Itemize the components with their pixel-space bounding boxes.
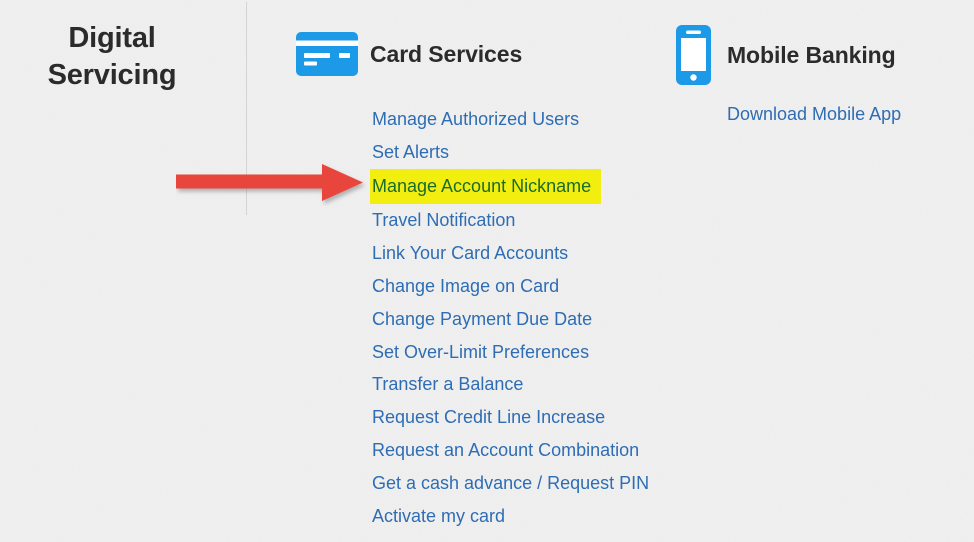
- link-set-alerts[interactable]: Set Alerts: [372, 136, 449, 169]
- link-change-image-on-card[interactable]: Change Image on Card: [372, 270, 559, 303]
- link-link-your-card-accounts[interactable]: Link Your Card Accounts: [372, 237, 568, 270]
- card-services-heading-label: Card Services: [370, 40, 523, 67]
- link-download-mobile-app[interactable]: Download Mobile App: [727, 103, 901, 125]
- link-travel-notification[interactable]: Travel Notification: [372, 204, 515, 237]
- link-transfer-a-balance[interactable]: Transfer a Balance: [372, 368, 523, 401]
- mobile-banking-heading-label: Mobile Banking: [727, 41, 896, 68]
- digital-servicing-page: Digital Servicing Card Services Mobile B…: [0, 0, 974, 542]
- link-manage-authorized-users[interactable]: Manage Authorized Users: [372, 103, 579, 136]
- page-title-line-1: Digital: [68, 22, 156, 54]
- link-request-credit-line-increase[interactable]: Request Credit Line Increase: [372, 401, 605, 434]
- mobile-phone-icon: [672, 25, 715, 85]
- mobile-banking-heading: Mobile Banking: [672, 25, 896, 85]
- card-services-heading: Card Services: [296, 32, 522, 76]
- annotation-arrow-icon: [176, 164, 363, 201]
- link-get-a-cash-advance-request-pin[interactable]: Get a cash advance / Request PIN: [372, 467, 649, 500]
- link-manage-account-nickname[interactable]: Manage Account Nickname: [370, 168, 602, 205]
- credit-card-icon: [296, 32, 358, 76]
- link-request-an-account-combination[interactable]: Request an Account Combination: [372, 434, 639, 467]
- link-set-over-limit-preferences[interactable]: Set Over-Limit Preferences: [372, 336, 589, 369]
- mobile-banking-link-list: Download Mobile App: [727, 103, 901, 125]
- page-title: Digital Servicing: [0, 20, 224, 94]
- page-title-line-2: Servicing: [47, 58, 177, 91]
- link-change-payment-due-date[interactable]: Change Payment Due Date: [372, 303, 592, 336]
- link-activate-my-card[interactable]: Activate my card: [372, 500, 505, 533]
- card-services-link-list: Manage Authorized Users Set Alerts Manag…: [370, 103, 702, 533]
